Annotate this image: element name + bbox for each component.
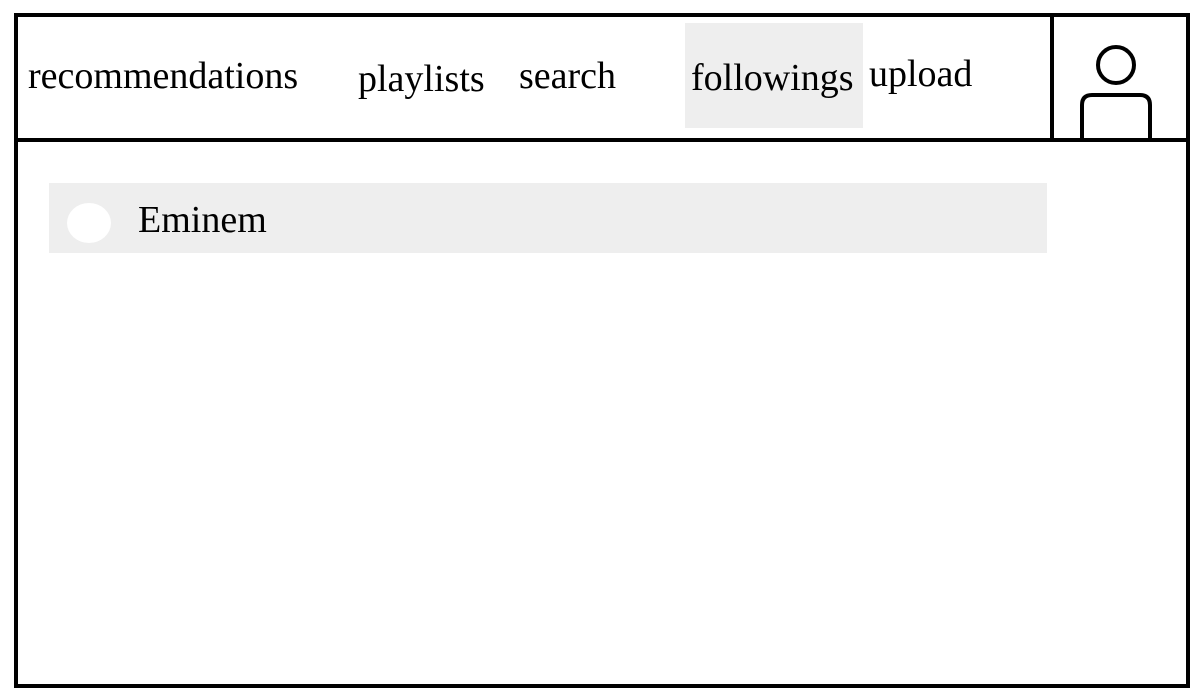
nav-tab-recommendations[interactable]: recommendations xyxy=(28,57,298,95)
avatar-placeholder-icon xyxy=(67,203,111,243)
user-icon xyxy=(1080,45,1152,138)
nav-tab-upload[interactable]: upload xyxy=(869,55,972,93)
app-window: recommendations playlists search followi… xyxy=(14,13,1190,688)
nav-tab-search[interactable]: search xyxy=(519,57,616,95)
following-list-item[interactable]: Eminem xyxy=(49,183,1047,253)
profile-button[interactable] xyxy=(1050,17,1186,138)
top-navigation-bar: recommendations playlists search followi… xyxy=(18,17,1186,142)
nav-tab-playlists[interactable]: playlists xyxy=(358,60,485,98)
following-artist-name: Eminem xyxy=(138,199,267,241)
nav-tab-followings[interactable]: followings xyxy=(691,59,854,97)
followings-content: Eminem xyxy=(18,142,1186,684)
